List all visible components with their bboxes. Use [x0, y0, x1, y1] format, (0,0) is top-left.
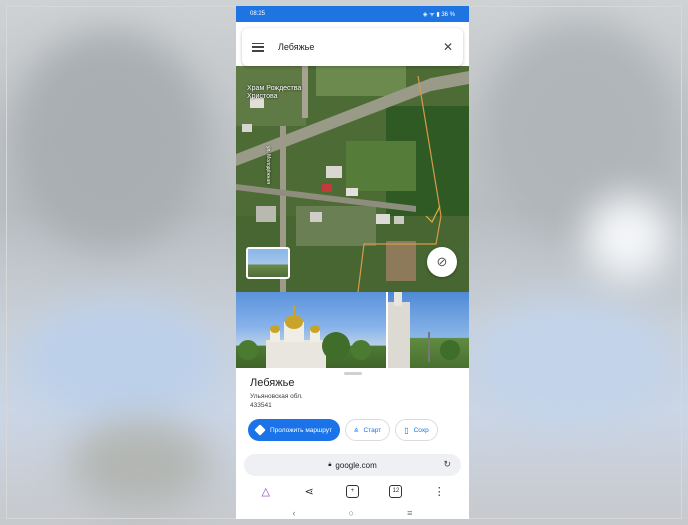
system-nav-bar: ‹ ○ ≡: [236, 506, 469, 519]
menu-icon[interactable]: [252, 42, 264, 52]
url-text[interactable]: google.com: [335, 461, 376, 470]
back-icon[interactable]: ‹: [293, 508, 296, 518]
route-button-label: Проложить маршрут: [270, 426, 332, 434]
reload-icon[interactable]: ↻: [443, 459, 451, 470]
start-button[interactable]: ⩓ Старт: [345, 419, 391, 441]
bookmark-icon: ▯: [404, 425, 409, 435]
place-info: Лебяжье Ульяновская обл. 433541: [250, 375, 303, 410]
poi-label-line2: Христова: [247, 93, 278, 100]
home-icon[interactable]: △: [256, 485, 276, 498]
home-circle-icon[interactable]: ○: [349, 508, 354, 518]
phone-screen: 08:25 ◈ ᯤ ▮ 36 % Лебяжье ✕ Храм Рождеств…: [236, 6, 469, 519]
locate-icon[interactable]: ⊘: [427, 247, 457, 277]
street-label: ул. Молодёжная: [265, 146, 271, 184]
more-icon[interactable]: ⋮: [429, 485, 449, 498]
start-icon: ⩓: [354, 425, 359, 434]
share-icon[interactable]: ⋖: [299, 485, 319, 498]
second-photo-illustration: [387, 292, 460, 368]
status-indicators: ◈ ᯤ ▮ 36 %: [422, 12, 455, 18]
satellite-map[interactable]: Храм Рождества Христова ул. Молодёжная ⊘: [236, 66, 469, 292]
route-button[interactable]: Проложить маршрут: [248, 419, 340, 441]
search-bar[interactable]: Лебяжье ✕: [242, 28, 463, 66]
poi-label-line1: Храм Рождества: [247, 85, 302, 92]
poi-label[interactable]: Храм Рождества Христова: [247, 85, 301, 101]
sheet-handle[interactable]: [344, 372, 362, 375]
place-photos[interactable]: [236, 292, 469, 368]
battery-level: 36 %: [441, 12, 455, 18]
church-photo[interactable]: [236, 292, 386, 368]
place-title: Лебяжье: [250, 377, 295, 389]
recents-icon[interactable]: ≡: [407, 508, 412, 518]
start-button-label: Старт: [363, 426, 382, 434]
second-photo[interactable]: [387, 292, 469, 368]
save-button-label: Сохр: [413, 426, 429, 434]
lock-icon: 🔒︎: [328, 461, 332, 468]
browser-toolbar: △ ⋖ + 12 ⋮: [236, 480, 469, 502]
save-button[interactable]: ▯ Сохр: [395, 419, 438, 441]
place-region: Ульяновская обл.: [250, 393, 303, 400]
close-icon[interactable]: ✕: [443, 41, 453, 53]
url-bar[interactable]: 🔒︎ google.com ↻: [244, 454, 461, 476]
action-buttons: Проложить маршрут ⩓ Старт ▯ Сохр: [248, 419, 469, 441]
search-query[interactable]: Лебяжье: [278, 42, 443, 52]
tabs-icon[interactable]: 12: [386, 484, 406, 498]
status-time: 08:25: [250, 11, 266, 17]
place-postal-code: 433541: [250, 402, 272, 409]
new-tab-icon[interactable]: +: [342, 484, 362, 498]
church-illustration: [238, 306, 371, 368]
status-bar: 08:25 ◈ ᯤ ▮ 36 %: [236, 6, 469, 22]
route-icon: [254, 424, 266, 436]
street-view-thumbnail[interactable]: [246, 247, 290, 279]
